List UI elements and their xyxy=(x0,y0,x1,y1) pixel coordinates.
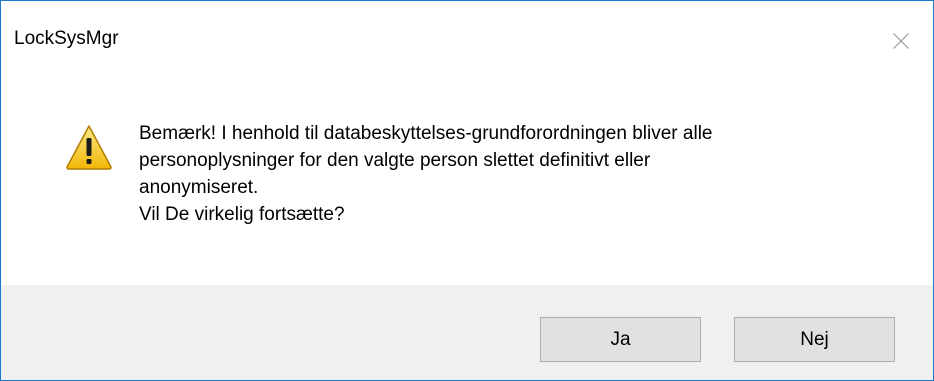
no-button[interactable]: Nej xyxy=(734,317,895,362)
dialog-content: Bemærk! I henhold til databeskyttelses-g… xyxy=(1,63,933,284)
close-icon xyxy=(893,33,909,49)
title-bar[interactable]: LockSysMgr xyxy=(1,1,933,63)
button-bar: Ja Nej xyxy=(1,285,933,380)
yes-button[interactable]: Ja xyxy=(540,317,701,362)
window-title: LockSysMgr xyxy=(14,28,119,49)
message-line: Vil De virkelig fortsætte? xyxy=(139,204,345,225)
message-line: personoplysninger for den valgte person … xyxy=(139,150,651,171)
warning-icon xyxy=(66,125,112,170)
close-button[interactable] xyxy=(869,1,933,63)
dialog-message: Bemærk! I henhold til databeskyttelses-g… xyxy=(139,120,899,228)
message-line: anonymiseret. xyxy=(139,177,259,198)
message-line: Bemærk! I henhold til databeskyttelses-g… xyxy=(139,123,713,144)
message-dialog: LockSysMgr Bemærk! I henhold til databes… xyxy=(0,0,934,381)
